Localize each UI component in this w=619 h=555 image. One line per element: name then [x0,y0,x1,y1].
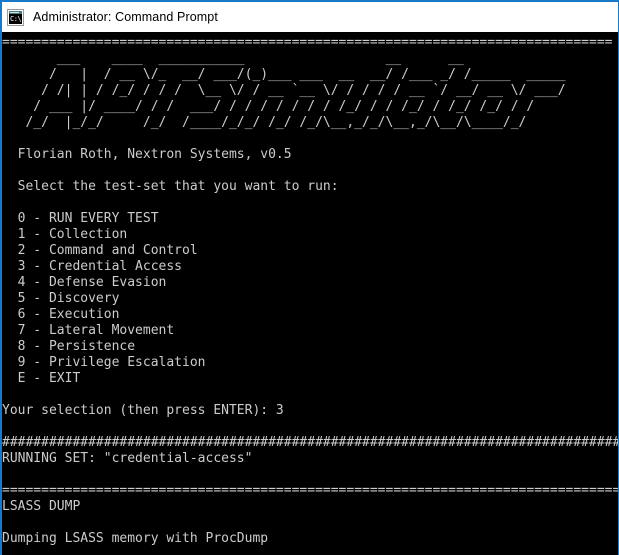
blank-line [2,131,618,147]
test-set-menu[interactable]: 0 - RUN EVERY TEST 1 - Collection 2 - Co… [2,211,618,387]
separator-line-section: ========================================… [2,483,618,498]
command-prompt-window: C:\ Administrator: Command Prompt ======… [0,0,619,555]
blank-line [2,515,618,531]
select-testset-prompt: Select the test-set that you want to run… [2,179,339,194]
cmd-console-icon: C:\ [7,8,24,26]
blank-line [2,387,618,403]
separator-line-hashes: ########################################… [2,435,618,450]
aptsimulator-ascii-banner: ___ ____ ___________ __ __ / | / __ \/_ … [25,51,566,130]
author-version-line: Florian Roth, Nextron Systems, v0.5 [2,147,292,162]
blank-line [2,163,618,179]
status-line-procdump: Dumping LSASS memory with ProcDump [2,531,269,546]
window-titlebar[interactable]: C:\ Administrator: Command Prompt [2,2,618,32]
blank-line [2,467,618,483]
console-output-area[interactable]: ========================================… [2,32,618,555]
window-title: Administrator: Command Prompt [33,10,218,24]
blank-line [2,419,618,435]
blank-line [2,195,618,211]
icon-prompt-text: C:\ [9,13,22,24]
section-title-lsass-dump: LSASS DUMP [2,499,81,514]
selection-input-line[interactable]: Your selection (then press ENTER): 3 [2,403,618,419]
running-set-line: RUNNING SET: "credential-access" [2,451,253,466]
separator-line-top: ========================================… [2,35,613,50]
